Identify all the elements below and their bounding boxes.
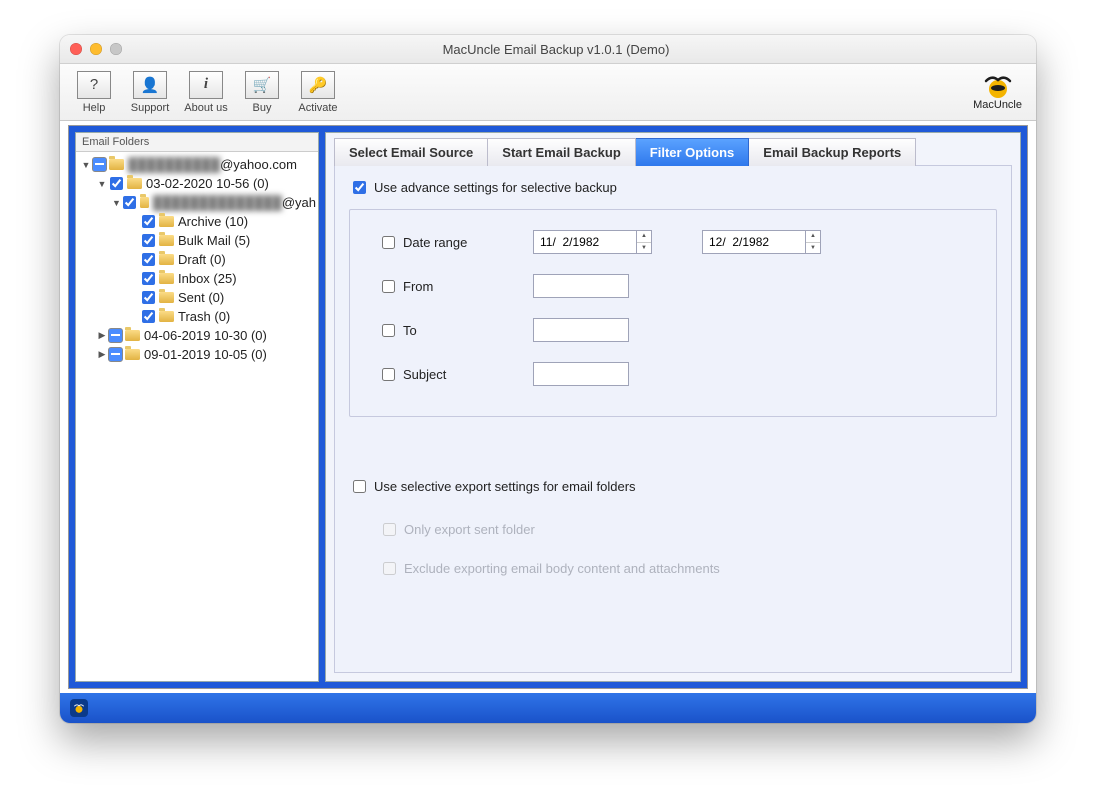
key-icon: 🔑 — [301, 71, 335, 99]
folder-tree[interactable]: ▼ ██████████@yahoo.com ▼ 03-02-2020 10-5… — [76, 152, 318, 681]
subject-checkbox[interactable] — [382, 368, 395, 381]
filter-group: Date range ▲▼ ▲▼ — [349, 209, 997, 417]
only-sent-checkbox — [383, 523, 396, 536]
folder-icon — [159, 254, 174, 265]
titlebar: MacUncle Email Backup v1.0.1 (Demo) — [60, 35, 1036, 64]
sidebar-title: Email Folders — [76, 133, 318, 152]
tree-leaf[interactable]: Draft (0) — [78, 250, 316, 269]
tree-checkbox[interactable] — [142, 310, 155, 323]
folder-icon — [159, 216, 174, 227]
minimize-window-button[interactable] — [90, 43, 102, 55]
chevron-up-icon: ▲ — [806, 231, 820, 243]
tree-leaf[interactable]: Inbox (25) — [78, 269, 316, 288]
tree-item[interactable]: ▼ ██████████████@yah — [78, 193, 316, 212]
tree-leaf[interactable]: Trash (0) — [78, 307, 316, 326]
brand-logo: MacUncle — [973, 73, 1022, 111]
statusbar — [60, 693, 1036, 723]
help-button[interactable]: ? Help — [66, 64, 122, 120]
tabs: Select Email Source Start Email Backup F… — [334, 138, 916, 166]
tree-checkbox[interactable] — [142, 234, 155, 247]
help-icon: ? — [77, 71, 111, 99]
app-icon[interactable] — [70, 699, 88, 717]
folder-icon — [109, 159, 124, 170]
chevron-down-icon: ▼ — [806, 243, 820, 254]
exclude-body-checkbox — [383, 562, 396, 575]
folder-icon — [125, 330, 140, 341]
info-icon: i — [189, 71, 223, 99]
folder-icon — [159, 311, 174, 322]
disclosure-triangle-icon[interactable]: ▼ — [96, 179, 108, 189]
disclosure-triangle-icon[interactable]: ▶ — [96, 349, 108, 360]
tree-checkbox[interactable] — [142, 291, 155, 304]
selective-export-checkbox[interactable] — [353, 480, 366, 493]
tree-item[interactable]: ▶ 04-06-2019 10-30 (0) — [78, 326, 316, 345]
tree-leaf[interactable]: Sent (0) — [78, 288, 316, 307]
date-to-input[interactable] — [702, 230, 806, 254]
folder-icon — [159, 292, 174, 303]
chevron-down-icon: ▼ — [637, 243, 651, 254]
exclude-body-row: Exclude exporting email body content and… — [379, 559, 997, 578]
date-range-checkbox[interactable] — [382, 236, 395, 249]
only-sent-row: Only export sent folder — [379, 520, 997, 539]
sidebar: Email Folders ▼ ██████████@yahoo.com ▼ — [75, 132, 319, 682]
folder-icon — [140, 197, 149, 208]
from-checkbox[interactable] — [382, 280, 395, 293]
toolbar: ? Help 👤 Support i About us 🛒 Buy 🔑 Acti… — [60, 64, 1036, 121]
tree-checkbox[interactable] — [142, 253, 155, 266]
selective-export-row[interactable]: Use selective export settings for email … — [349, 477, 997, 496]
subject-input[interactable] — [533, 362, 629, 386]
tree-item[interactable]: ▼ 03-02-2020 10-56 (0) — [78, 174, 316, 193]
tab-backup-reports[interactable]: Email Backup Reports — [749, 138, 916, 166]
tree-checkbox[interactable] — [110, 177, 123, 190]
from-input[interactable] — [533, 274, 629, 298]
cart-icon: 🛒 — [245, 71, 279, 99]
date-from-stepper[interactable]: ▲▼ — [637, 230, 652, 254]
to-checkbox[interactable] — [382, 324, 395, 337]
buy-button[interactable]: 🛒 Buy — [234, 64, 290, 120]
folder-icon — [159, 235, 174, 246]
tree-checkbox[interactable] — [123, 196, 136, 209]
tree-checkbox[interactable] — [108, 328, 123, 343]
tab-select-source[interactable]: Select Email Source — [334, 138, 488, 166]
chevron-up-icon: ▲ — [637, 231, 651, 243]
tree-item[interactable]: ▶ 09-01-2019 10-05 (0) — [78, 345, 316, 364]
tree-leaf[interactable]: Archive (10) — [78, 212, 316, 231]
tree-checkbox[interactable] — [142, 215, 155, 228]
tab-start-backup[interactable]: Start Email Backup — [488, 138, 636, 166]
folder-icon — [127, 178, 142, 189]
close-window-button[interactable] — [70, 43, 82, 55]
tree-checkbox[interactable] — [142, 272, 155, 285]
folder-icon — [159, 273, 174, 284]
disclosure-triangle-icon[interactable]: ▼ — [80, 160, 92, 170]
tree-root[interactable]: ▼ ██████████@yahoo.com — [78, 155, 316, 174]
content-area: Email Folders ▼ ██████████@yahoo.com ▼ — [68, 125, 1028, 689]
tab-filter-options[interactable]: Filter Options — [636, 138, 750, 166]
folder-icon — [125, 349, 140, 360]
zoom-window-button[interactable] — [110, 43, 122, 55]
advance-settings-checkbox[interactable] — [353, 181, 366, 194]
advance-settings-row[interactable]: Use advance settings for selective backu… — [349, 178, 997, 197]
to-input[interactable] — [533, 318, 629, 342]
filter-pane: Use advance settings for selective backu… — [334, 165, 1012, 673]
main-panel: Select Email Source Start Email Backup F… — [325, 132, 1021, 682]
window-title: MacUncle Email Backup v1.0.1 (Demo) — [122, 42, 990, 57]
date-from-input[interactable] — [533, 230, 637, 254]
tree-checkbox[interactable] — [108, 347, 123, 362]
activate-button[interactable]: 🔑 Activate — [290, 64, 346, 120]
root-checkbox[interactable] — [92, 157, 107, 172]
disclosure-triangle-icon[interactable]: ▼ — [112, 198, 121, 208]
support-button[interactable]: 👤 Support — [122, 64, 178, 120]
aboutus-button[interactable]: i About us — [178, 64, 234, 120]
disclosure-triangle-icon[interactable]: ▶ — [96, 330, 108, 341]
tree-leaf[interactable]: Bulk Mail (5) — [78, 231, 316, 250]
app-window: MacUncle Email Backup v1.0.1 (Demo) ? He… — [60, 35, 1036, 723]
support-icon: 👤 — [133, 71, 167, 99]
date-to-stepper[interactable]: ▲▼ — [806, 230, 821, 254]
